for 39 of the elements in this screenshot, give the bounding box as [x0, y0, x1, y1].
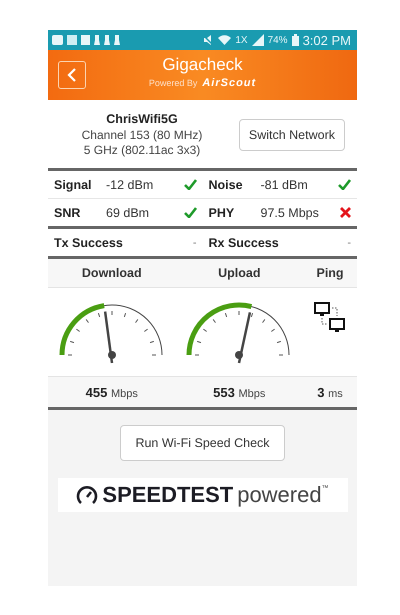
success-value: - [192, 236, 196, 248]
wifi-icon [218, 34, 232, 46]
metric-value: -81 dBm [260, 178, 309, 192]
metric-label: SNR [54, 206, 82, 220]
metric-value: 69 dBm [106, 206, 150, 220]
speed-heading: Upload [218, 266, 260, 280]
clock: 3:02 PM [302, 32, 351, 48]
metric-value: -12 dBm [106, 178, 154, 192]
app-title: Gigacheck [161, 55, 244, 75]
network-name: ChrisWifi5G [105, 112, 179, 126]
powered-by-text: Powered By [148, 78, 198, 88]
channel-text: Channel 153 (80 MHz) [80, 128, 204, 143]
battery-icon [292, 34, 299, 46]
speedtest-name: SPEEDTEST [102, 482, 234, 508]
speedometer-icon [76, 485, 98, 505]
switch-network-button[interactable]: Switch Network [238, 119, 345, 151]
back-button[interactable] [58, 61, 86, 89]
success-value: - [347, 236, 351, 248]
network-type: 1X [235, 34, 248, 46]
speed-value: 455 Mbps [86, 384, 138, 400]
success-label: Rx Success [208, 236, 280, 250]
metric-label: Noise [208, 178, 244, 192]
band-text: 5 GHz (802.11ac 3x3) [82, 143, 202, 158]
brand-logo: AirScout [202, 77, 256, 89]
speed-value: 553 Mbps [213, 384, 266, 400]
speed-heading: Ping [316, 266, 344, 280]
battery-percent: 74% [268, 34, 288, 46]
computers-icon [314, 302, 346, 334]
speedtest-tagline: powered$^{™}$ [237, 482, 329, 508]
speed-value: 3 ms [317, 384, 343, 400]
metric-value: 97.5 Mbps [260, 206, 320, 220]
back-icon [67, 68, 77, 82]
run-speed-check-button[interactable]: Run Wi-Fi Speed Check [120, 425, 285, 461]
metric-label: PHY [208, 206, 236, 220]
success-label: Tx Success [54, 236, 124, 250]
notification-icon [52, 35, 63, 45]
signal-icon [252, 34, 264, 46]
metric-label: Signal [54, 178, 93, 192]
speed-heading: Download [82, 266, 142, 280]
